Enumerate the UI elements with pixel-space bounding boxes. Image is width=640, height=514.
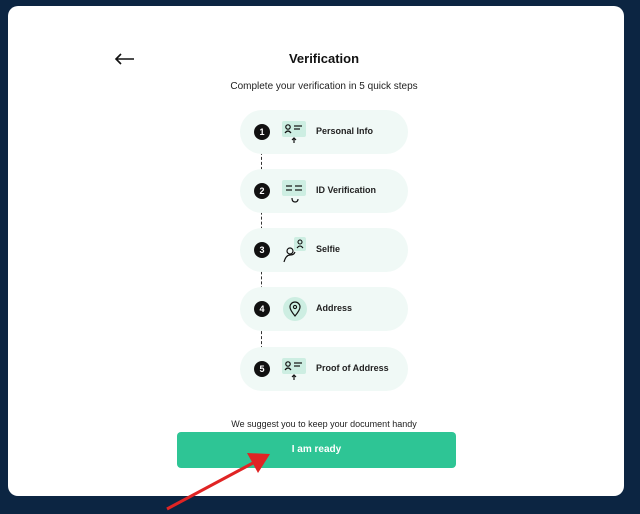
step-label: Address <box>316 303 353 313</box>
verification-card: Verification Complete your verification … <box>8 6 624 496</box>
step-address[interactable]: 4 Address <box>240 287 408 331</box>
step-number: 5 <box>254 361 270 377</box>
annotation-arrow-icon <box>166 453 270 511</box>
page-subtitle: Complete your verification in 5 quick st… <box>230 81 418 92</box>
page-title: Verification <box>288 51 360 66</box>
step-label: ID Verification <box>316 185 377 195</box>
id-card-upload-icon <box>282 119 308 145</box>
step-proof-of-address[interactable]: 5 Proof of Address <box>240 347 408 391</box>
step-id-verification[interactable]: 2 ID Verification <box>240 169 408 213</box>
step-selfie[interactable]: 3 Selfie <box>240 228 408 272</box>
step-number: 2 <box>254 183 270 199</box>
step-label: Proof of Address <box>316 363 389 373</box>
step-number: 1 <box>254 124 270 140</box>
step-personal-info[interactable]: 1 Personal Info <box>240 110 408 154</box>
step-label: Personal Info <box>316 126 374 136</box>
id-card-upload-icon <box>282 356 308 382</box>
step-label: Selfie <box>316 244 341 254</box>
document-hint: We suggest you to keep your document han… <box>231 419 417 429</box>
selfie-icon <box>282 237 308 263</box>
document-scan-icon <box>282 178 308 204</box>
step-number: 4 <box>254 301 270 317</box>
location-pin-icon <box>282 296 308 322</box>
step-number: 3 <box>254 242 270 258</box>
